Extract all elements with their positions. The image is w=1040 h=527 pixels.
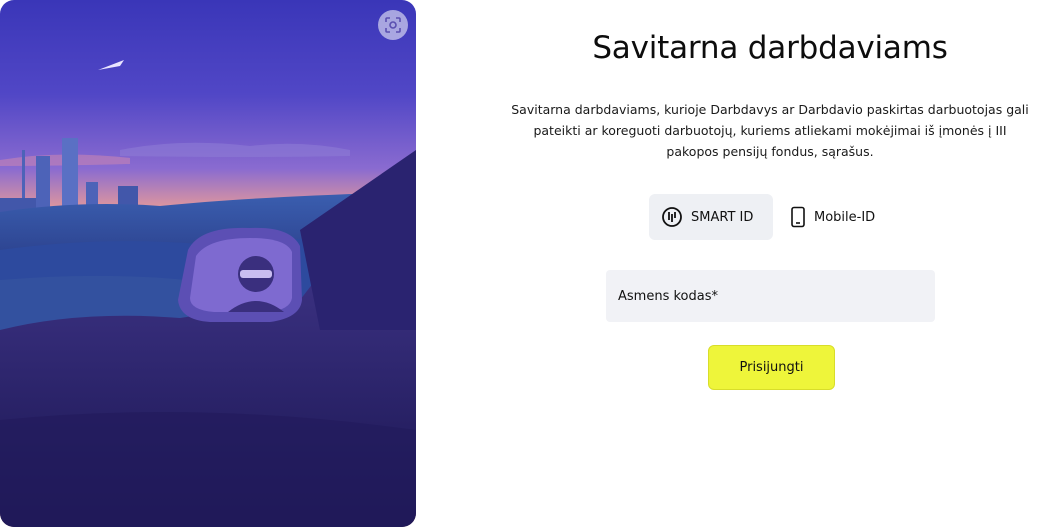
login-panel: Savitarna darbdaviams Savitarna darbdavi…	[500, 0, 1040, 527]
personal-code-input[interactable]	[606, 270, 939, 324]
tab-mobile-id[interactable]: Mobile-ID	[778, 194, 890, 240]
page-title: Savitarna darbdaviams	[592, 30, 948, 66]
intro-text: Savitarna darbdaviams, kurioje Darbdavys…	[511, 102, 1029, 159]
night-drive-illustration	[0, 0, 416, 527]
tab-mobile-id-label: Mobile-ID	[814, 209, 876, 225]
mobile-phone-icon	[791, 206, 805, 228]
focus-scan-icon	[385, 17, 401, 33]
login-button[interactable]: Prisijungti	[708, 345, 835, 390]
smart-id-icon	[662, 207, 682, 227]
tab-smart-id[interactable]: SMART ID	[649, 194, 773, 240]
tab-smart-id-label: SMART ID	[691, 209, 754, 225]
personal-code-field[interactable]: Asmens kodas*	[606, 270, 939, 324]
scan-button[interactable]	[378, 10, 408, 40]
hero-illustration	[0, 0, 416, 527]
